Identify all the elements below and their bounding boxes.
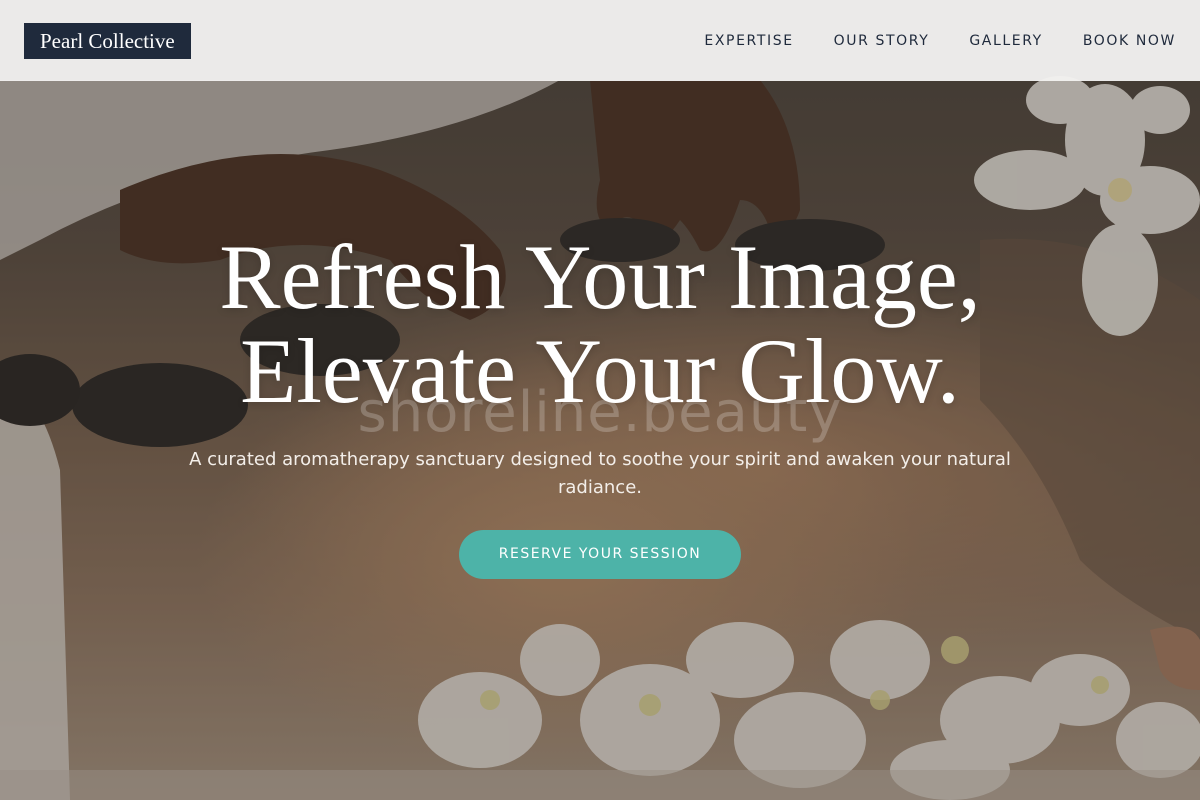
nav-link-gallery[interactable]: GALLERY — [969, 33, 1042, 49]
hero-subtext: A curated aromatherapy sanctuary designe… — [189, 449, 1011, 498]
site-logo[interactable]: Pearl Collective — [24, 22, 191, 59]
nav-link-book-now[interactable]: BOOK NOW — [1083, 33, 1176, 49]
hero-content: Refresh Your Image, Elevate Your Glow. A… — [0, 230, 1200, 579]
hero-headline: Refresh Your Image, Elevate Your Glow. — [0, 230, 1200, 418]
site-header: Pearl Collective EXPERTISE OUR STORY GAL… — [0, 0, 1200, 81]
hero-headline-line-1: Refresh Your Image, — [219, 226, 981, 328]
nav-link-expertise[interactable]: EXPERTISE — [704, 33, 793, 49]
hero-headline-line-2: Elevate Your Glow. — [240, 320, 960, 422]
reserve-session-button[interactable]: RESERVE YOUR SESSION — [458, 530, 742, 579]
nav-link-our-story[interactable]: OUR STORY — [834, 33, 930, 49]
main-nav: EXPERTISE OUR STORY GALLERY BOOK NOW — [704, 33, 1176, 49]
